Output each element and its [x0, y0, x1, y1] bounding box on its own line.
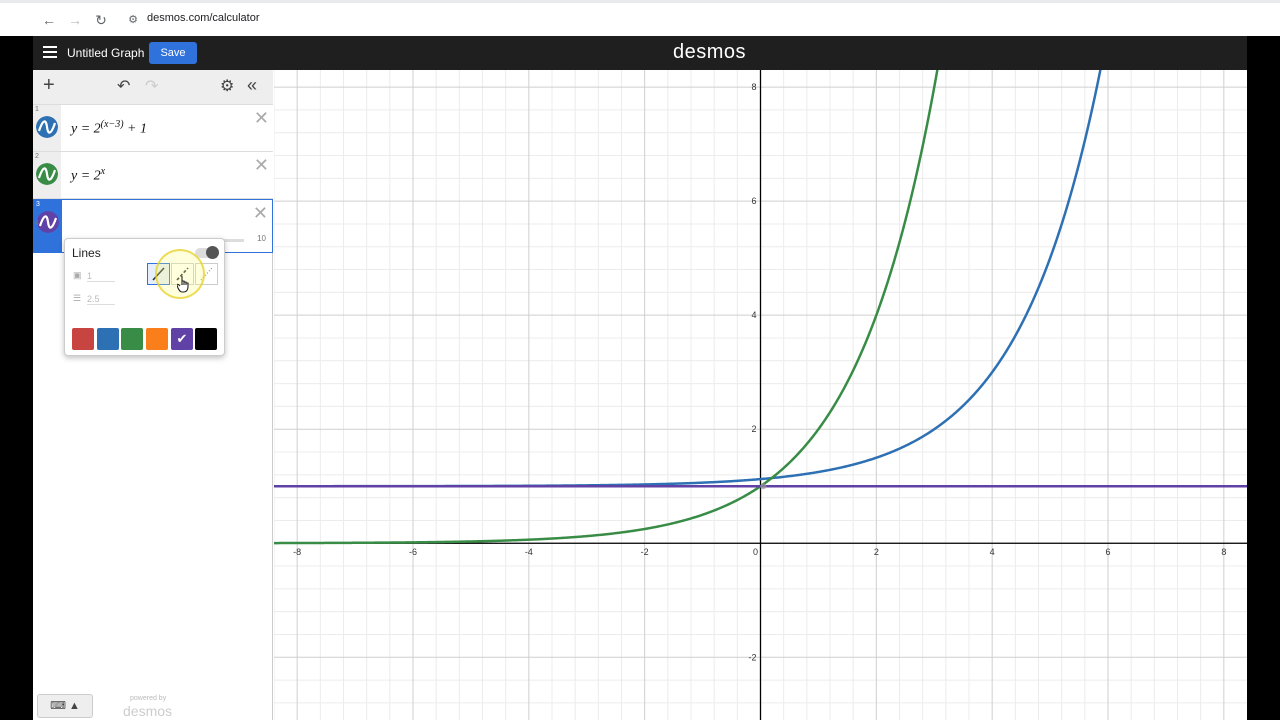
color-swatch-red[interactable] — [72, 328, 94, 350]
x-tick-label: 8 — [1221, 547, 1226, 557]
x-tick-label: -6 — [409, 547, 417, 557]
x-tick-label: 2 — [874, 547, 879, 557]
expression-index: 3 — [36, 201, 40, 208]
expression-formula[interactable]: y = 2(x−3) + 1 — [71, 119, 147, 138]
address-bar[interactable]: desmos.com/calculator — [147, 12, 260, 24]
expression-index: 2 — [35, 153, 39, 160]
y-tick-label: 8 — [751, 82, 756, 92]
forward-arrow-icon[interactable]: → — [66, 11, 84, 29]
expression-list: + ↶ ↷ ⚙ « 1 y = 2(x−3) + 1 ✕ 2 y = 2x ✕ … — [33, 70, 273, 720]
axes — [274, 70, 1247, 720]
curve-color-icon[interactable] — [36, 163, 58, 185]
slider-track[interactable] — [222, 239, 244, 242]
color-swatch-orange[interactable] — [146, 328, 168, 350]
color-swatch-green[interactable] — [121, 328, 143, 350]
y-tick-label: -2 — [748, 652, 756, 662]
x-tick-label: 4 — [990, 547, 995, 557]
x-tick-label: 6 — [1105, 547, 1110, 557]
expression-formula[interactable]: y = 2x — [71, 166, 105, 185]
expression-row-2[interactable]: 2 y = 2x ✕ — [33, 152, 273, 199]
browser-toolbar: ← → ↻ ⚙ desmos.com/calculator — [0, 0, 1280, 36]
delete-expression-icon[interactable]: ✕ — [253, 204, 268, 222]
expression-row-1[interactable]: 1 y = 2(x−3) + 1 ✕ — [33, 105, 273, 152]
x-tick-label: -4 — [525, 547, 533, 557]
hamburger-menu-icon[interactable] — [43, 46, 57, 58]
intersection-point — [760, 483, 767, 490]
delete-expression-icon[interactable]: ✕ — [254, 109, 269, 127]
expression-toolbar: + ↶ ↷ ⚙ « — [33, 70, 273, 105]
lines-label: Lines — [72, 246, 101, 260]
expression-tab[interactable]: 2 — [33, 152, 61, 198]
expression-index: 1 — [35, 106, 39, 113]
reload-icon[interactable]: ↻ — [92, 11, 110, 29]
back-arrow-icon[interactable]: ← — [40, 11, 58, 29]
curve-series-2 — [274, 70, 939, 545]
color-swatch-purple[interactable]: ✔ — [171, 328, 193, 350]
delete-expression-icon[interactable]: ✕ — [254, 156, 269, 174]
y-tick-label: 2 — [751, 424, 756, 434]
curve-color-icon[interactable] — [36, 116, 58, 138]
desmos-app: Untitled Graph Save desmos + ↶ ↷ ⚙ « 1 y… — [33, 36, 1247, 720]
settings-gear-icon[interactable]: ⚙ — [220, 77, 234, 97]
expression-tab[interactable]: 1 — [33, 105, 61, 151]
x-tick-label: 0 — [753, 547, 758, 557]
desmos-logo: desmos — [673, 41, 747, 63]
x-tick-label: -8 — [293, 547, 301, 557]
color-swatch-blue[interactable] — [97, 328, 119, 350]
undo-icon[interactable]: ↶ — [117, 77, 130, 97]
checkmark-icon: ✔ — [176, 331, 188, 346]
opacity-input[interactable]: 1 — [87, 271, 115, 282]
keypad-toggle-button[interactable]: ⌨ ▲ — [37, 694, 93, 718]
add-item-icon[interactable]: + — [43, 75, 55, 95]
graph-title[interactable]: Untitled Graph — [67, 46, 144, 60]
line-width-icon: ☰ — [73, 293, 82, 303]
y-tick-label: 4 — [751, 310, 756, 320]
slider-max-label[interactable]: 10 — [257, 234, 266, 243]
color-swatch-black[interactable] — [195, 328, 217, 350]
site-settings-icon[interactable]: ⚙ — [124, 11, 142, 29]
keyboard-icon: ⌨ ▲ — [50, 700, 80, 712]
x-tick-label: -2 — [641, 547, 649, 557]
powered-by-label: powered by — [130, 695, 167, 702]
redo-icon[interactable]: ↷ — [145, 77, 158, 97]
curve-color-icon[interactable] — [37, 211, 59, 233]
graph-paper[interactable]: -8 -6 -4 -2 0 2 4 6 8 -2 2 4 6 8 — [274, 70, 1247, 720]
desmos-footer-logo: desmos — [123, 703, 173, 719]
line-width-input[interactable]: 2.5 — [87, 294, 115, 305]
hand-pointer-icon — [177, 276, 189, 293]
opacity-icon: ▣ — [73, 270, 82, 280]
tick-labels: -8 -6 -4 -2 0 2 4 6 8 -2 2 4 6 8 — [293, 82, 1226, 662]
save-button[interactable]: Save — [149, 42, 197, 64]
line-style-popup: Lines ▣ 1 ☰ 2.5 ✔ — [64, 238, 225, 356]
collapse-list-icon[interactable]: « — [247, 75, 257, 95]
expression-index: 4 — [35, 220, 39, 227]
y-tick-label: 6 — [751, 196, 756, 206]
app-header: Untitled Graph Save desmos — [33, 36, 1247, 70]
